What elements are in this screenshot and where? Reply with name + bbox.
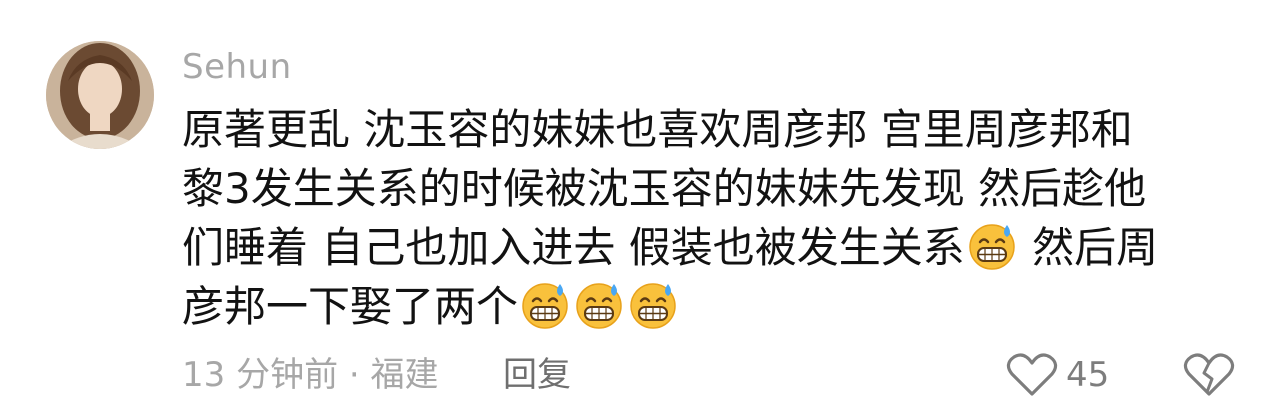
comment-line: 原著更乱 沈玉容的妹妹也喜欢周彦邦 宫里周彦邦和: [182, 105, 1133, 154]
broken-heart-icon: [1183, 353, 1235, 402]
grinning-sweat-emoji: [628, 280, 678, 330]
comment-item: Sehun 原著更乱 沈玉容的妹妹也喜欢周彦邦 宫里周彦邦和 黎3发生关系的时候…: [0, 0, 1280, 418]
comment-meta: 13 分钟前 · 福建: [182, 355, 439, 395]
comment-text: 原著更乱 沈玉容的妹妹也喜欢周彦邦 宫里周彦邦和 黎3发生关系的时候被沈玉容的妹…: [182, 100, 1242, 336]
comment-line: 们睡着 自己也加入进去 假装也被发生关系: [182, 223, 965, 272]
avatar[interactable]: [46, 41, 154, 149]
like-button[interactable]: [1006, 352, 1058, 398]
grinning-sweat-emoji: [520, 280, 570, 330]
username[interactable]: Sehun: [182, 44, 292, 90]
grinning-sweat-emoji: [967, 221, 1017, 271]
like-count: 45: [1066, 355, 1110, 395]
comment-line: 黎3发生关系的时候被沈玉容的妹妹先发现 然后趁他: [182, 164, 1147, 213]
dislike-button[interactable]: [1183, 352, 1235, 398]
comment-line: 彦邦一下娶了两个: [182, 282, 519, 331]
grinning-sweat-emoji: [574, 280, 624, 330]
reply-button[interactable]: 回复: [503, 352, 571, 398]
heart-outline-icon: [1006, 353, 1058, 402]
comment-line: 然后周: [1032, 223, 1159, 272]
